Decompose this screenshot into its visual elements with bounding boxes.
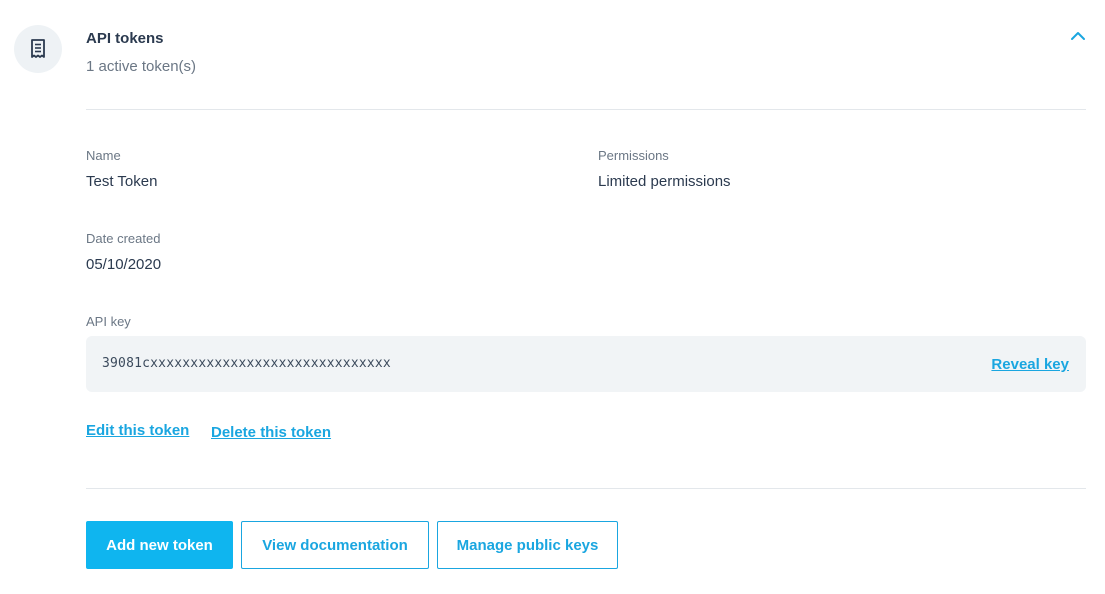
reveal-key-link[interactable]: Reveal key xyxy=(991,356,1069,373)
manage-public-keys-button[interactable]: Manage public keys xyxy=(437,521,618,569)
api-key-field: 39081cxxxxxxxxxxxxxxxxxxxxxxxxxxxxxx Rev… xyxy=(86,336,1086,392)
date-created-label: Date created xyxy=(86,231,161,246)
view-documentation-button[interactable]: View documentation xyxy=(241,521,429,569)
delete-token-link[interactable]: Delete this token xyxy=(211,424,331,441)
token-name: Test Token xyxy=(86,173,158,190)
top-divider xyxy=(86,109,1086,110)
bottom-divider xyxy=(86,488,1086,489)
document-icon xyxy=(14,25,62,73)
active-token-count: 1 active token(s) xyxy=(86,58,197,75)
api-key-value: 39081cxxxxxxxxxxxxxxxxxxxxxxxxxxxxxx xyxy=(102,356,391,371)
section-title: API tokens xyxy=(86,30,164,47)
date-created-value: 05/10/2020 xyxy=(86,256,162,273)
api-key-label: API key xyxy=(86,314,131,329)
edit-token-link[interactable]: Edit this token xyxy=(86,422,189,439)
name-label: Name xyxy=(86,148,121,163)
add-new-token-button[interactable]: Add new token xyxy=(86,521,233,569)
chevron-up-icon[interactable] xyxy=(1068,28,1088,44)
token-permissions: Limited permissions xyxy=(598,173,731,190)
permissions-label: Permissions xyxy=(598,148,669,163)
